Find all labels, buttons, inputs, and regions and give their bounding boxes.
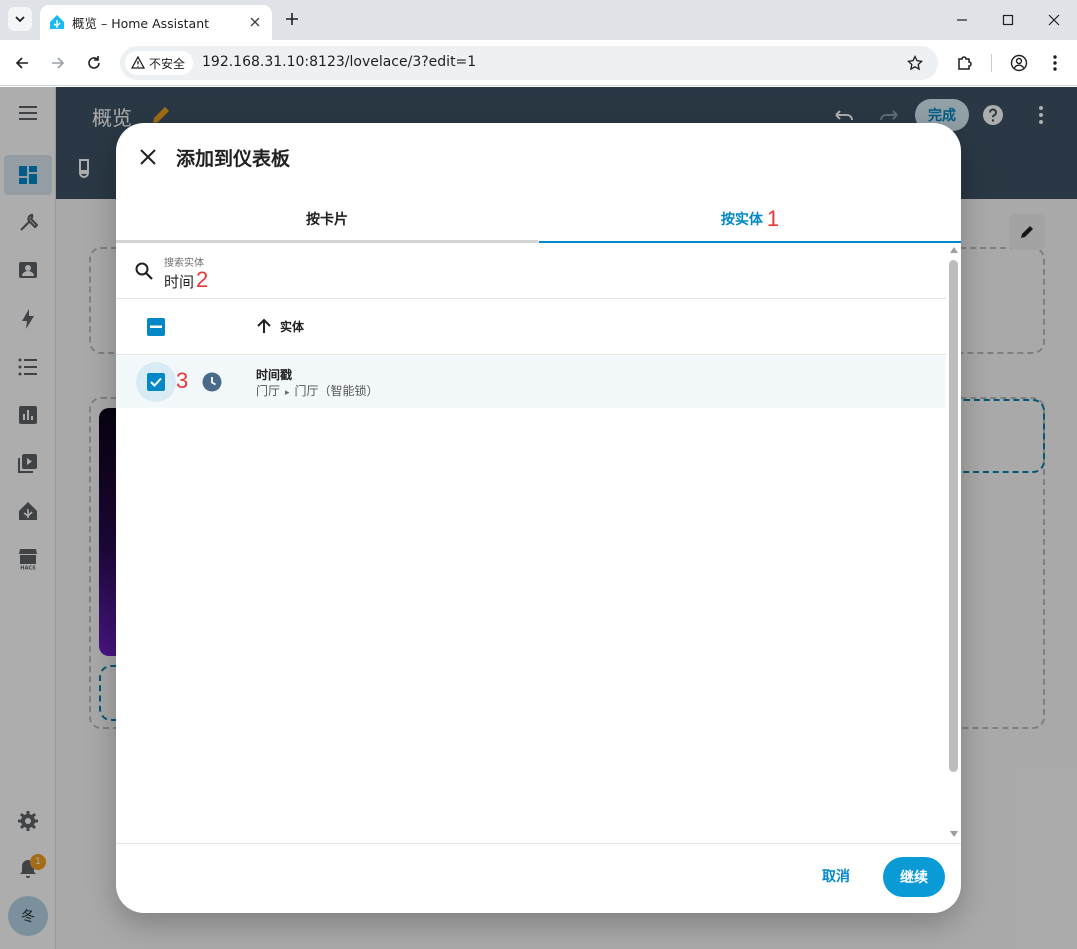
tab-by-card[interactable]: 按卡片 xyxy=(116,195,538,243)
minus-icon xyxy=(150,325,162,328)
entity-search: 搜索实体 时间 2 xyxy=(116,243,946,299)
step-annotation: 3 xyxy=(176,368,189,393)
bookmark-star-icon[interactable] xyxy=(906,54,924,72)
scrollbar[interactable] xyxy=(946,243,961,843)
window-close-button[interactable] xyxy=(1042,8,1066,32)
tab-label: 按实体 xyxy=(720,212,763,228)
more-vertical-icon xyxy=(1053,55,1057,71)
tab-title: 概览 – Home Assistant xyxy=(72,16,210,31)
entity-device: 门厅（智能锁） xyxy=(294,384,379,398)
warning-icon xyxy=(131,56,145,69)
browser-menu-button[interactable] xyxy=(1043,51,1067,75)
table-header: 实体 xyxy=(116,299,946,355)
site-security-chip[interactable]: 不安全 xyxy=(125,51,194,75)
search-input[interactable]: 时间 2 xyxy=(164,267,208,293)
entity-name: 时间戳 xyxy=(256,368,293,382)
address-bar[interactable]: 不安全 192.168.31.10:8123/lovelace/3?edit=1 xyxy=(120,46,938,80)
check-icon xyxy=(150,377,162,387)
browser-tab[interactable]: 概览 – Home Assistant xyxy=(40,5,272,40)
puzzle-icon xyxy=(958,56,972,70)
maximize-icon xyxy=(1002,14,1014,26)
reload-icon xyxy=(88,56,100,69)
dialog-title: 添加到仪表板 xyxy=(176,148,291,170)
search-value: 时间 xyxy=(164,273,195,291)
url-text[interactable]: 192.168.31.10:8123/lovelace/3?edit=1 xyxy=(202,54,476,70)
clock-icon xyxy=(201,371,223,393)
extensions-button[interactable] xyxy=(953,51,977,75)
table-row[interactable]: 3 时间戳 门厅 ▸ 门厅（智能锁） xyxy=(116,356,946,408)
arrow-up-icon[interactable] xyxy=(254,316,274,336)
close-icon[interactable] xyxy=(246,13,264,31)
step-annotation: 2 xyxy=(196,267,209,292)
browser-tabstrip: 概览 – Home Assistant xyxy=(0,0,1077,40)
scroll-down-arrow[interactable] xyxy=(950,831,958,837)
search-icon xyxy=(133,260,155,282)
toolbar-divider xyxy=(991,54,992,72)
forward-button[interactable] xyxy=(46,51,70,75)
arrow-right-icon xyxy=(52,57,65,69)
select-all-checkbox[interactable] xyxy=(147,318,165,336)
scrollbar-thumb[interactable] xyxy=(949,260,958,772)
step-annotation: 1 xyxy=(766,206,780,231)
home-assistant-icon xyxy=(50,15,64,29)
chevron-down-icon xyxy=(15,16,25,23)
add-to-dashboard-dialog: 添加到仪表板 按卡片 按实体 1 搜索实体 时间 2 实体 3 时间戳 门厅 ▸… xyxy=(116,123,961,913)
entity-context: 门厅 ▸ 门厅（智能锁） xyxy=(256,382,379,399)
minimize-button[interactable] xyxy=(950,8,974,32)
maximize-button[interactable] xyxy=(996,8,1020,32)
column-header-entity[interactable]: 实体 xyxy=(280,318,304,335)
entity-area: 门厅 xyxy=(256,384,281,398)
back-button[interactable] xyxy=(10,51,34,75)
new-tab-button[interactable] xyxy=(282,9,302,29)
close-icon xyxy=(140,149,156,165)
tab-label: 按卡片 xyxy=(306,212,348,228)
close-button[interactable] xyxy=(136,145,160,169)
cancel-button[interactable]: 取消 xyxy=(822,866,850,886)
minimize-icon xyxy=(957,19,967,21)
browser-toolbar: 不安全 192.168.31.10:8123/lovelace/3?edit=1 xyxy=(0,40,1077,86)
tab-search-button[interactable] xyxy=(8,7,32,31)
plus-icon xyxy=(286,13,298,25)
close-icon xyxy=(1048,14,1060,26)
continue-button[interactable]: 继续 xyxy=(883,857,945,897)
row-checkbox[interactable] xyxy=(147,373,165,391)
breadcrumb-separator: ▸ xyxy=(285,388,290,398)
reload-button[interactable] xyxy=(82,51,106,75)
account-icon xyxy=(1010,54,1028,72)
arrow-left-icon xyxy=(15,57,28,69)
security-label: 不安全 xyxy=(149,56,186,71)
scroll-up-arrow[interactable] xyxy=(950,247,958,253)
dialog-footer: 取消 继续 xyxy=(116,843,961,913)
dialog-tabs: 按卡片 按实体 1 xyxy=(116,195,961,243)
tab-by-entity[interactable]: 按实体 1 xyxy=(539,195,961,243)
profile-button[interactable] xyxy=(1007,51,1031,75)
